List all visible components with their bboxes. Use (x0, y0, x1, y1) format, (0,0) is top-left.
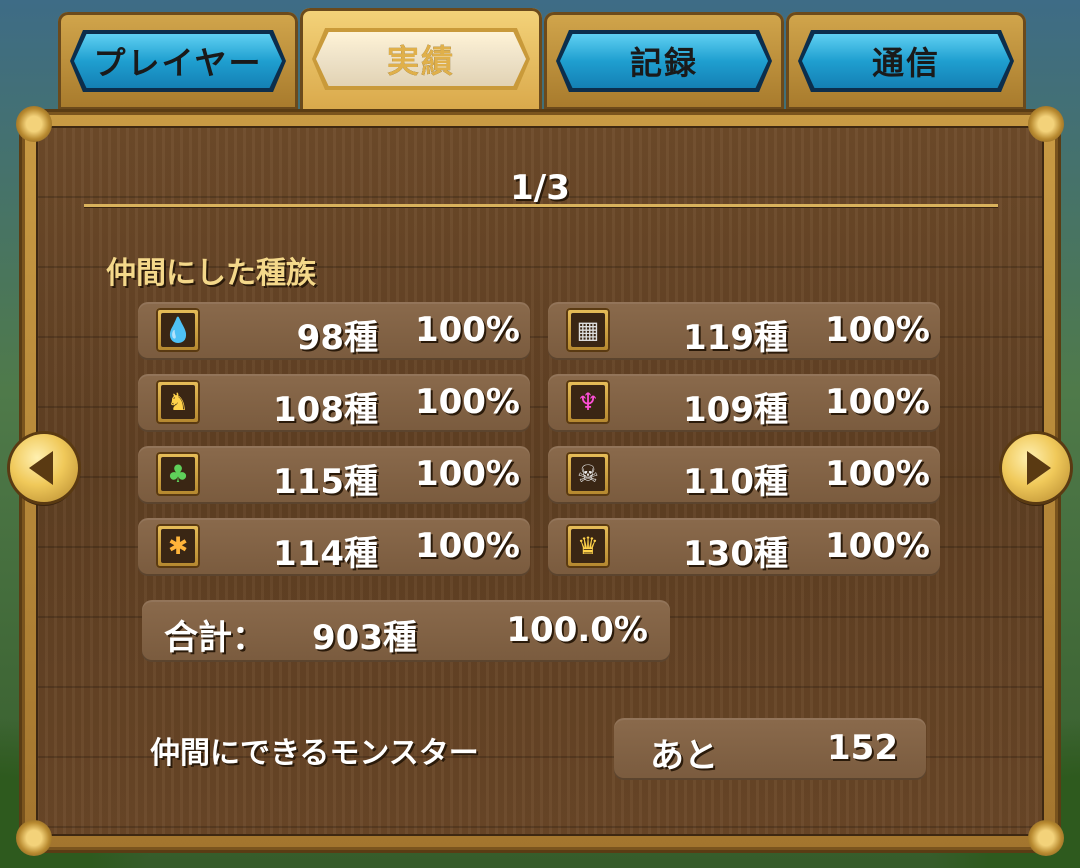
divider (84, 204, 998, 207)
family-percent: 100% (414, 454, 520, 494)
corner-ornament-icon (16, 820, 52, 856)
remaining-value: 152 (827, 728, 898, 768)
next-page-button[interactable] (1002, 434, 1070, 502)
family-count: 110種 (683, 462, 788, 502)
family-row: ☠ 110種 100% (548, 446, 940, 504)
family-row: ▦ 119種 100% (548, 302, 940, 360)
family-percent: 100% (414, 382, 520, 422)
material-icon: ▦ (566, 308, 610, 352)
section-title: 仲間にした種族 (106, 256, 316, 291)
corner-ornament-icon (16, 106, 52, 142)
family-row: 💧 98種 100% (138, 302, 530, 360)
plant-icon: ♣ (156, 452, 200, 496)
total-label: 合計： (164, 618, 266, 658)
family-percent: 100% (824, 310, 930, 350)
family-count: 98種 (296, 318, 378, 358)
arrow-right-icon (1027, 451, 1051, 485)
zombie-icon: ☠ (566, 452, 610, 496)
tab-player-label: プレイヤー (93, 44, 263, 82)
corner-ornament-icon (1028, 820, 1064, 856)
boss-crown-icon: ♛ (566, 524, 610, 568)
family-percent: 100% (824, 454, 930, 494)
total-percent: 100.0% (506, 610, 648, 650)
family-row: ♆ 109種 100% (548, 374, 940, 432)
page-indicator: 1/3 (510, 168, 570, 208)
total-count: 903種 (312, 618, 417, 658)
total-row: 合計： 903種 100.0% (142, 600, 670, 662)
tab-communication[interactable]: 通信 (786, 12, 1026, 110)
demon-icon: ♆ (566, 380, 610, 424)
remaining-prefix: あと (650, 736, 718, 776)
family-row: ♣ 115種 100% (138, 446, 530, 504)
family-count: 114種 (273, 534, 378, 574)
family-count: 119種 (683, 318, 788, 358)
family-percent: 100% (824, 382, 930, 422)
family-count: 130種 (683, 534, 788, 574)
remaining-label: 仲間にできるモンスター (150, 736, 479, 771)
beast-icon: ✱ (156, 524, 200, 568)
family-row: ✱ 114種 100% (138, 518, 530, 576)
tab-achievements-label: 実績 (386, 42, 455, 80)
tab-achievements[interactable]: 実績 (300, 8, 542, 112)
tab-records[interactable]: 記録 (544, 12, 784, 110)
dragon-icon: ♞ (156, 380, 200, 424)
remaining-box: あと 152 (614, 718, 926, 780)
family-percent: 100% (824, 526, 930, 566)
family-count: 108種 (273, 390, 378, 430)
family-count: 109種 (683, 390, 788, 430)
arrow-left-icon (29, 451, 53, 485)
family-row: ♞ 108種 100% (138, 374, 530, 432)
tab-records-label: 記録 (629, 44, 698, 82)
tab-communication-label: 通信 (871, 44, 940, 82)
prev-page-button[interactable] (10, 434, 78, 502)
family-percent: 100% (414, 526, 520, 566)
family-percent: 100% (414, 310, 520, 350)
corner-ornament-icon (1028, 106, 1064, 142)
tab-player[interactable]: プレイヤー (58, 12, 298, 110)
family-count: 115種 (273, 462, 378, 502)
family-row: ♛ 130種 100% (548, 518, 940, 576)
slime-icon: 💧 (156, 308, 200, 352)
